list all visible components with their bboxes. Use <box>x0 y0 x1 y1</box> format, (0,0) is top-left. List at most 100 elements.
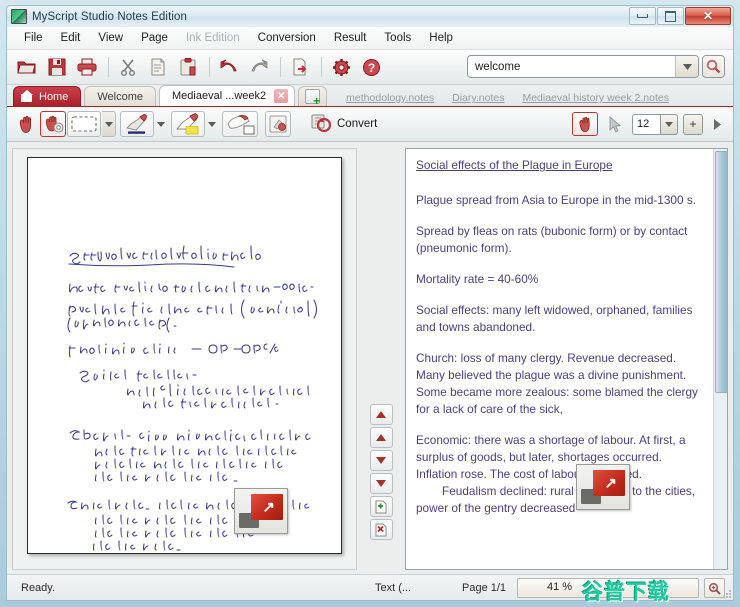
menu-help[interactable]: Help <box>420 30 462 46</box>
title-bar: MyScript Studio Notes Edition ✕ <box>6 5 734 27</box>
convert-icon <box>311 113 332 136</box>
note-paragraph-4: Social effects: many left widowed, orpha… <box>416 303 693 334</box>
ink-toolbar: Convert 12 + <box>7 107 733 142</box>
export-icon[interactable] <box>286 53 314 81</box>
first-page-button[interactable] <box>369 404 393 425</box>
menu-page[interactable]: Page <box>132 30 177 46</box>
next-page-button[interactable] <box>369 450 393 471</box>
font-size-control: 12 <box>632 113 678 135</box>
ink-edit-tool-button[interactable] <box>40 111 66 137</box>
text-result-pane[interactable]: Social effects of the Plague in Europe P… <box>405 148 728 570</box>
ink-page-pane[interactable]: ↗ <box>12 148 357 570</box>
tab-strip: Home Welcome Mediaeval ...week2 ✕ method… <box>7 85 733 107</box>
chevron-down-icon[interactable] <box>675 56 698 77</box>
note-paragraph-5: Church: loss of many clergy. Revenue dec… <box>416 351 698 416</box>
pen-dropdown[interactable] <box>155 111 167 137</box>
result-type-label: Text (... <box>375 581 412 594</box>
copy-icon[interactable] <box>144 53 172 81</box>
main-toolbar: ? <box>7 50 733 85</box>
recent-file-diary[interactable]: Diary.notes <box>452 92 504 104</box>
recent-file-mediaeval-history[interactable]: Mediaeval history week 2.notes <box>522 92 669 104</box>
zoom-level: 41 % <box>547 581 573 593</box>
window-body: File Edit View Page Ink Edition Conversi… <box>6 27 734 604</box>
marquee-select-icon[interactable] <box>67 111 101 137</box>
note-paragraph-2: Spread by fleas on rats (bubonic form) o… <box>416 224 688 255</box>
redo-icon[interactable] <box>245 53 273 81</box>
search-input[interactable] <box>468 59 675 74</box>
menu-view[interactable]: View <box>89 30 132 46</box>
pen-icon[interactable] <box>120 111 154 137</box>
expand-arrow-icon-text[interactable]: ↗ <box>576 464 630 510</box>
expand-arrow-icon[interactable]: ↗ <box>234 488 288 534</box>
increase-size-button[interactable]: + <box>683 113 703 135</box>
page-navigation <box>357 148 405 570</box>
tab-mediaeval-week2[interactable]: Mediaeval ...week2 ✕ <box>159 85 296 106</box>
last-page-button[interactable] <box>369 473 393 494</box>
tab-home[interactable]: Home <box>13 86 82 106</box>
new-tab-button[interactable] <box>298 86 328 107</box>
ink-right-tools: 12 + <box>572 111 725 137</box>
paste-icon[interactable] <box>174 53 202 81</box>
print-icon[interactable] <box>73 53 101 81</box>
convert-button[interactable]: Convert <box>304 109 384 140</box>
app-icon <box>11 9 27 24</box>
svg-text:?: ? <box>367 61 374 75</box>
settings-gear-icon[interactable] <box>327 53 355 81</box>
handwriting-ink <box>67 245 318 551</box>
resize-grip[interactable] <box>720 587 732 599</box>
highlighter-icon[interactable] <box>171 111 205 137</box>
save-icon[interactable] <box>43 53 71 81</box>
work-area: ↗ Social effects of the Plague in Europe… <box>7 142 733 574</box>
pointer-arrow-icon[interactable] <box>602 111 628 137</box>
previous-page-button[interactable] <box>369 427 393 448</box>
tab-welcome[interactable]: Welcome <box>84 86 156 106</box>
add-page-button[interactable] <box>369 496 393 517</box>
menu-bar: File Edit View Page Ink Edition Conversi… <box>7 27 733 50</box>
delete-page-button[interactable] <box>369 519 393 540</box>
status-text: Ready. <box>21 581 56 594</box>
note-heading: Social effects of the Plague in Europe <box>416 158 613 172</box>
close-icon[interactable]: ✕ <box>274 89 289 103</box>
help-question-icon[interactable]: ? <box>357 53 385 81</box>
note-paragraph-6: Economic: there was a shortage of labour… <box>416 433 686 481</box>
home-icon <box>21 90 34 102</box>
menu-conversion[interactable]: Conversion <box>249 30 325 46</box>
pan-hand-icon[interactable] <box>572 112 598 136</box>
maximize-button[interactable] <box>657 7 684 25</box>
recent-file-methodology[interactable]: methodology.notes <box>346 92 434 104</box>
highlighter-dropdown[interactable] <box>206 111 218 137</box>
magnifier-icon[interactable] <box>702 55 725 78</box>
ink-color-icon[interactable] <box>265 111 291 137</box>
eraser-icon[interactable] <box>222 111 258 137</box>
toolbar-separator <box>321 57 322 77</box>
menu-tools[interactable]: Tools <box>375 30 420 46</box>
ink-page-sheet[interactable]: ↗ <box>27 157 342 554</box>
note-paragraph-7: Feudalism declined: rural poor went to t… <box>416 484 696 515</box>
menu-result[interactable]: Result <box>325 30 376 46</box>
menu-edit[interactable]: Edit <box>52 30 90 46</box>
status-bar: Ready. Text (... Page 1/1 41 % 谷普下载 <box>7 574 733 604</box>
zoom-slider[interactable] <box>517 578 699 598</box>
converted-text[interactable]: Social effects of the Plague in Europe P… <box>406 149 713 569</box>
scrollbar-thumb[interactable] <box>715 151 728 393</box>
marquee-select-dropdown[interactable] <box>102 111 116 137</box>
text-pane-scrollbar[interactable] <box>713 149 728 569</box>
chevron-right-icon[interactable] <box>709 114 725 135</box>
page-indicator: Page 1/1 <box>462 581 507 594</box>
tab-welcome-label: Welcome <box>97 90 143 103</box>
add-document-icon <box>305 89 321 107</box>
hand-icon[interactable] <box>13 111 39 137</box>
font-size-value[interactable]: 12 <box>632 113 660 135</box>
close-button[interactable]: ✕ <box>685 7 731 25</box>
window-controls: ✕ <box>629 7 731 25</box>
application-window: MyScript Studio Notes Edition ✕ File Edi… <box>0 0 740 607</box>
font-size-dropdown-icon[interactable] <box>660 113 678 135</box>
open-icon[interactable] <box>13 53 41 81</box>
toolbar-separator <box>280 57 281 77</box>
tab-home-label: Home <box>39 90 69 103</box>
minimize-button[interactable] <box>629 7 656 25</box>
menu-file[interactable]: File <box>15 30 52 46</box>
search-box[interactable] <box>467 55 699 78</box>
cut-icon[interactable] <box>114 53 142 81</box>
undo-icon[interactable] <box>215 53 243 81</box>
